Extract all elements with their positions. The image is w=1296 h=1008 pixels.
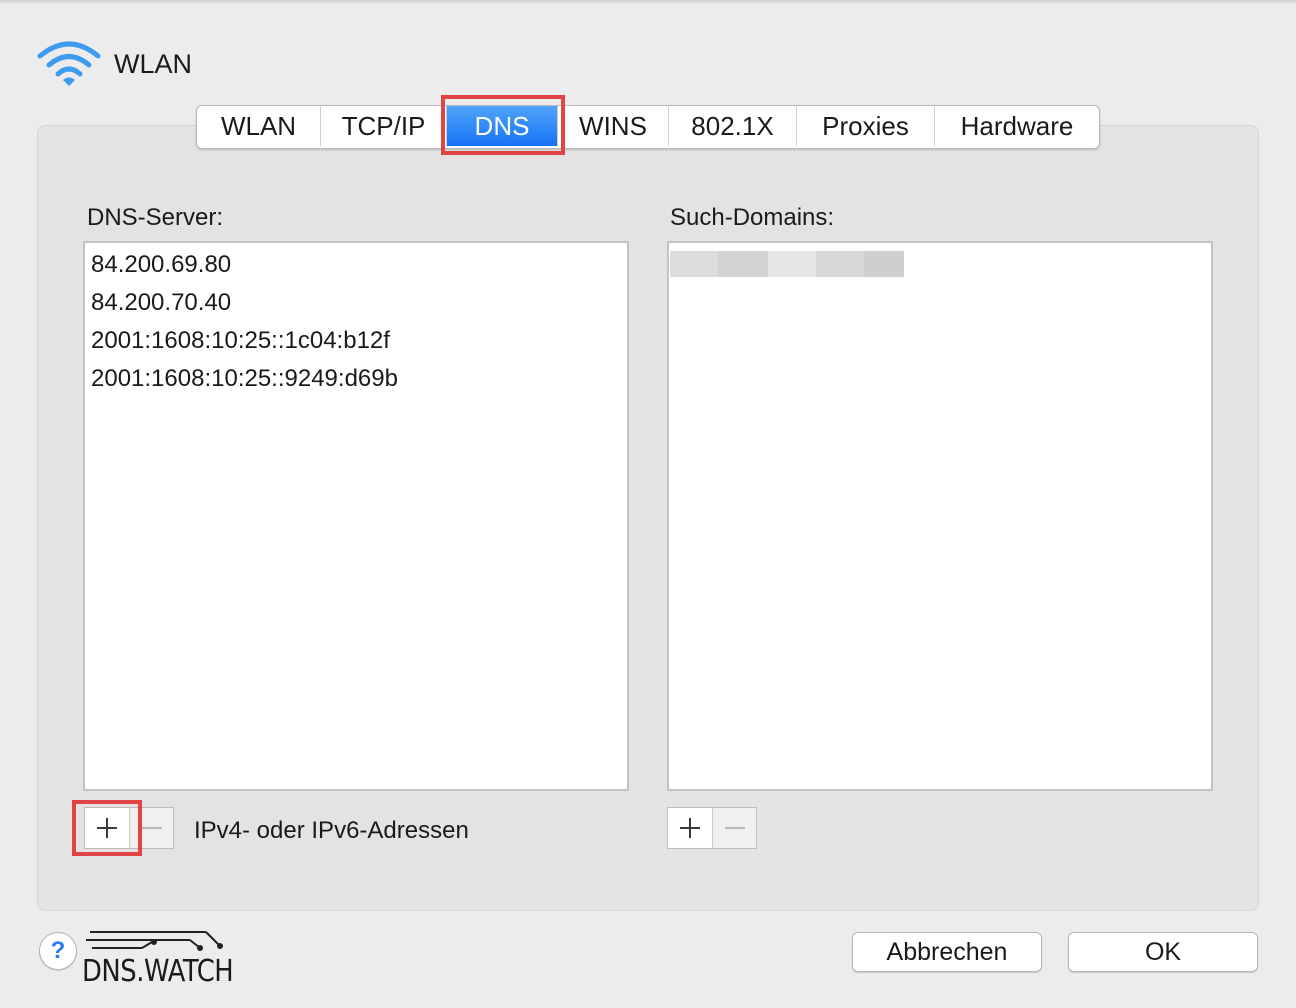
dns-server-list[interactable]: 84.200.69.80 84.200.70.40 2001:1608:10:2… xyxy=(83,241,629,791)
add-search-domain-button[interactable] xyxy=(668,808,712,848)
tab-tcpip[interactable]: TCP/IP xyxy=(321,106,447,146)
dns-watch-logo: DNS.WATCH xyxy=(82,928,234,990)
add-button-highlight xyxy=(72,800,142,856)
redacted-domain xyxy=(670,251,904,277)
tab-wlan[interactable]: WLAN xyxy=(197,106,321,146)
wifi-icon xyxy=(37,41,101,86)
search-domains-list[interactable] xyxy=(667,241,1213,791)
tab-8021x[interactable]: 802.1X xyxy=(669,106,797,146)
dns-server-row[interactable]: 84.200.70.40 xyxy=(85,284,627,322)
search-domains-label: Such-Domains: xyxy=(670,204,835,231)
window-title: WLAN xyxy=(114,48,193,79)
remove-search-domain-button[interactable] xyxy=(712,808,756,848)
logo-text: DNS.WATCH xyxy=(82,954,234,989)
help-button[interactable]: ? xyxy=(39,932,77,970)
window-top-edge xyxy=(0,0,1296,4)
dns-server-row[interactable]: 2001:1608:10:25::1c04:b12f xyxy=(85,322,627,360)
ok-button[interactable]: OK xyxy=(1068,932,1258,972)
tab-wins[interactable]: WINS xyxy=(557,106,669,146)
dns-server-row[interactable]: 84.200.69.80 xyxy=(85,246,627,284)
address-hint: IPv4- oder IPv6-Adressen xyxy=(194,817,469,844)
dns-server-row[interactable]: 2001:1608:10:25::9249:d69b xyxy=(85,360,627,398)
tab-hardware[interactable]: Hardware xyxy=(935,106,1099,146)
search-domain-add-remove xyxy=(667,807,757,849)
window-header: WLAN xyxy=(36,40,192,90)
tab-bar: WLAN TCP/IP DNS WINS 802.1X Proxies Hard… xyxy=(196,105,1100,149)
cancel-button[interactable]: Abbrechen xyxy=(852,932,1042,972)
dns-server-label: DNS-Server: xyxy=(87,204,224,231)
tab-proxies[interactable]: Proxies xyxy=(797,106,935,146)
dns-tab-highlight xyxy=(441,95,565,155)
